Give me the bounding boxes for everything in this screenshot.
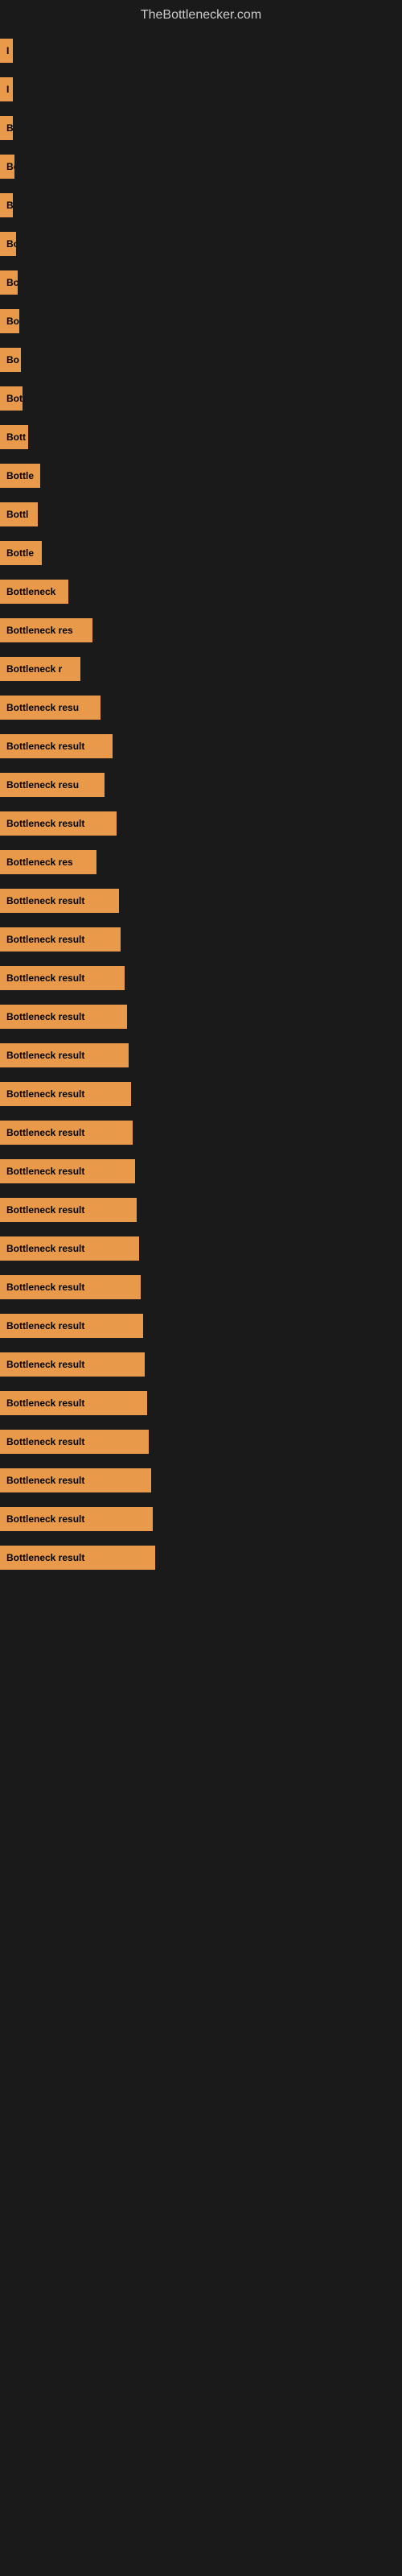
bar-label: Bottl [0,502,38,526]
bar-row: Bottleneck result [0,1039,402,1071]
bar-label: Bottleneck [0,580,68,604]
bar-label: Bottleneck res [0,618,92,642]
bar-row: Bottleneck result [0,1194,402,1226]
bars-container: IIBBoBBoBoBoBoBotBottBottleBottlBottleBo… [0,27,402,1588]
bar-row: Bo [0,266,402,299]
bar-label: Bottleneck result [0,927,121,952]
bar-row: Bottleneck resu [0,691,402,724]
bar-label: Bottle [0,541,42,565]
bar-row: Bottleneck result [0,807,402,840]
bar-label: Bo [0,309,19,333]
bar-row: Bottleneck r [0,653,402,685]
bar-row: I [0,73,402,105]
bar-label: Bottleneck result [0,811,117,836]
bar-row: Bottleneck result [0,1117,402,1149]
bar-row: Bottleneck result [0,923,402,956]
bar-row: Bottleneck result [0,1310,402,1342]
bar-row: Bottl [0,498,402,530]
bar-label: Bottleneck result [0,966,125,990]
bar-label: Bottleneck result [0,1468,151,1492]
bar-label: Bottleneck result [0,1546,155,1570]
bar-row: Bottleneck result [0,962,402,994]
bar-row: Bottleneck result [0,1542,402,1574]
bar-label: Bottleneck resu [0,773,105,797]
site-header: TheBottlenecker.com [0,0,402,27]
bar-label: Bo [0,348,21,372]
bar-row: Bottleneck result [0,1503,402,1535]
bar-label: Bottleneck result [0,1352,145,1377]
bar-row: B [0,112,402,144]
bar-label: Bot [0,386,23,411]
bar-label: Bottleneck result [0,1043,129,1067]
bar-row: Bot [0,382,402,415]
bar-label: Bottleneck result [0,1121,133,1145]
bar-label: Bo [0,155,14,179]
bar-row: Bottleneck res [0,614,402,646]
bar-label: Bottleneck result [0,1430,149,1454]
bar-label: Bottleneck result [0,1159,135,1183]
bar-label: B [0,116,13,140]
bar-row: Bottleneck result [0,885,402,917]
bar-label: Bottleneck result [0,1391,147,1415]
bar-row: Bottleneck result [0,1078,402,1110]
bar-row: Bottleneck result [0,1232,402,1265]
bar-label: Bottleneck result [0,1005,127,1029]
bar-label: B [0,193,13,217]
bar-row: Bo [0,305,402,337]
bar-row: Bottleneck result [0,1001,402,1033]
bar-label: Bo [0,232,16,256]
bar-row: Bottleneck result [0,1348,402,1381]
bar-label: Bottleneck result [0,1082,131,1106]
bar-row: Bo [0,344,402,376]
bar-label: Bottleneck r [0,657,80,681]
bar-row: Bottleneck result [0,730,402,762]
bar-row: Bottleneck resu [0,769,402,801]
bar-row: Bottleneck result [0,1387,402,1419]
bar-row: Bottleneck res [0,846,402,878]
bar-row: Bottleneck [0,576,402,608]
bar-row: Bottle [0,460,402,492]
bar-label: Bottleneck result [0,1198,137,1222]
bar-row: Bottleneck result [0,1426,402,1458]
bar-row: Bottleneck result [0,1271,402,1303]
bar-label: I [0,77,13,101]
site-title: TheBottlenecker.com [0,0,402,27]
bar-label: Bottleneck result [0,734,113,758]
bar-label: I [0,39,13,63]
bar-row: Bott [0,421,402,453]
bar-label: Bottleneck result [0,1275,141,1299]
bar-label: Bottleneck result [0,1236,139,1261]
bar-row: B [0,189,402,221]
bar-row: Bottleneck result [0,1464,402,1496]
bar-label: Bottleneck result [0,889,119,913]
bar-label: Bo [0,270,18,295]
bar-label: Bottleneck result [0,1507,153,1531]
bar-row: I [0,35,402,67]
bar-row: Bottleneck result [0,1155,402,1187]
bar-row: Bo [0,228,402,260]
bar-row: Bottle [0,537,402,569]
bar-label: Bott [0,425,28,449]
bar-row: Bo [0,151,402,183]
bar-label: Bottleneck res [0,850,96,874]
bar-label: Bottle [0,464,40,488]
bar-label: Bottleneck result [0,1314,143,1338]
bar-label: Bottleneck resu [0,696,100,720]
